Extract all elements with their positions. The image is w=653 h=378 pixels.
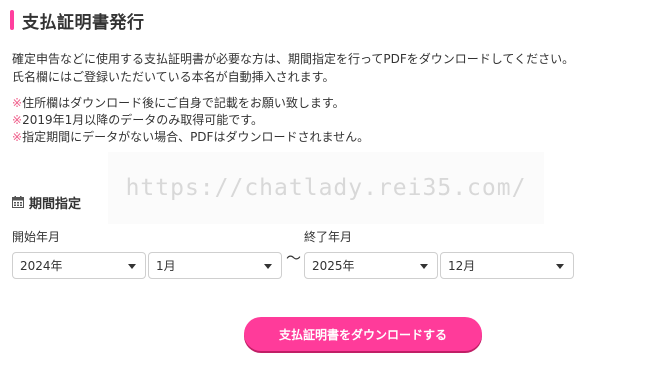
start-month-value: 1月 <box>156 259 176 273</box>
note-item: ※指定期間にデータがない場合、PDFはダウンロードされません。 <box>12 129 369 146</box>
note-text: 2019年1月以降のデータのみ取得可能です。 <box>22 113 264 127</box>
title-accent-bar <box>10 10 14 30</box>
end-year-value: 2025年 <box>312 259 355 273</box>
end-month-value: 12月 <box>448 259 476 273</box>
period-heading: 期間指定 <box>12 193 82 212</box>
notes-list: ※住所欄はダウンロード後にご自身で記載をお願い致します。 ※2019年1月以降の… <box>12 95 369 146</box>
note-text: 住所欄はダウンロード後にご自身で記載をお願い致します。 <box>22 96 345 110</box>
note-mark: ※ <box>12 113 23 127</box>
note-mark: ※ <box>12 130 23 144</box>
period-heading-text: 期間指定 <box>29 196 82 212</box>
chevron-down-icon <box>128 264 136 269</box>
note-item: ※住所欄はダウンロード後にご自身で記載をお願い致します。 <box>12 95 369 112</box>
description-line-2: 氏名欄にはご登録いただいている本名が自動挿入されます。 <box>12 70 335 84</box>
range-separator: 〜 <box>286 249 302 267</box>
chevron-down-icon <box>420 264 428 269</box>
description: 確定申告などに使用する支払証明書が必要な方は、期間指定を行ってPDFをダウンロー… <box>12 50 574 86</box>
page-title: 支払証明書発行 <box>10 8 145 33</box>
start-year-select[interactable]: 2024年 <box>12 252 146 279</box>
start-month-select[interactable]: 1月 <box>148 252 282 279</box>
description-line-1: 確定申告などに使用する支払証明書が必要な方は、期間指定を行ってPDFをダウンロー… <box>12 52 575 66</box>
chevron-down-icon <box>556 264 564 269</box>
download-certificate-button[interactable]: 支払証明書をダウンロードする <box>244 317 482 351</box>
url-watermark: https://chatlady.rei35.com/ <box>108 152 544 224</box>
end-year-select[interactable]: 2025年 <box>304 252 438 279</box>
chevron-down-icon <box>264 264 272 269</box>
calendar-icon <box>12 196 24 208</box>
end-month-select[interactable]: 12月 <box>440 252 574 279</box>
start-year-value: 2024年 <box>20 259 63 273</box>
end-date-label: 終了年月 <box>304 230 353 244</box>
page-title-text: 支払証明書発行 <box>22 12 145 33</box>
note-text: 指定期間にデータがない場合、PDFはダウンロードされません。 <box>22 130 370 144</box>
payment-certificate-page: 支払証明書発行 確定申告などに使用する支払証明書が必要な方は、期間指定を行ってP… <box>0 0 653 378</box>
start-date-label: 開始年月 <box>12 230 61 244</box>
note-item: ※2019年1月以降のデータのみ取得可能です。 <box>12 112 369 129</box>
note-mark: ※ <box>12 96 23 110</box>
